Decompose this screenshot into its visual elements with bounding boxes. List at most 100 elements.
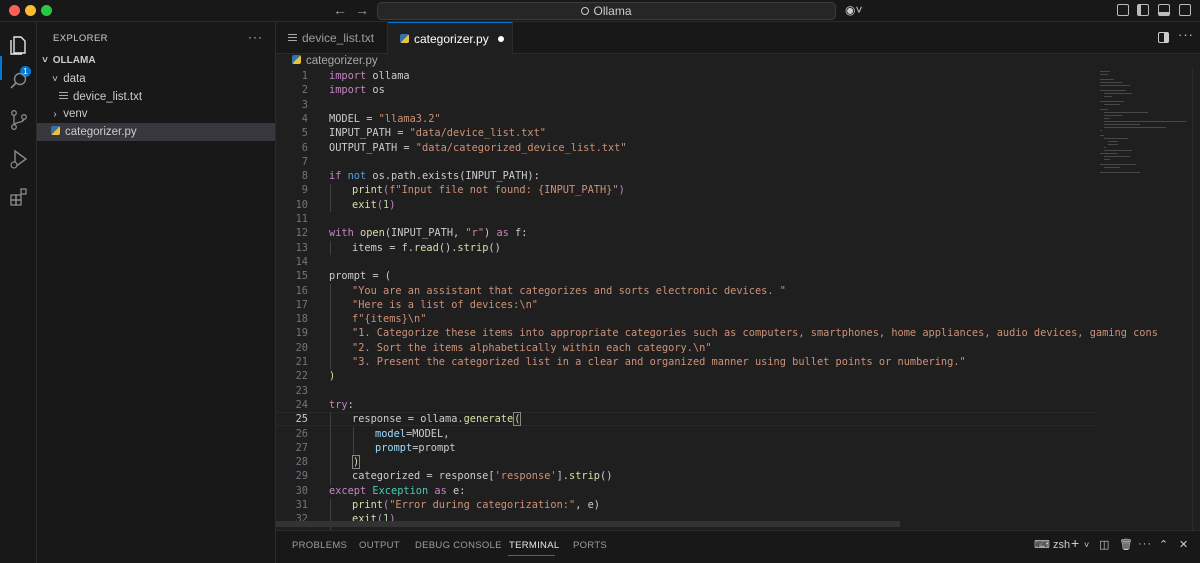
code-line: 21 "3. Present the categorized list in a … [276,355,1096,369]
toggle-primary-sidebar-icon[interactable] [1137,4,1149,16]
code-line: 10 exit(1) [276,198,1096,212]
active-tab-underline [508,555,555,556]
line-number: 18 [295,313,308,326]
code-line: 1 import ollama [276,69,1096,83]
trash-icon[interactable]: 🗑 [1119,538,1133,551]
line-number: 31 [295,499,308,511]
code-line: 31 print("Error during categorization:", … [276,498,1096,512]
tree-folder-venv[interactable]: › venv [37,105,275,123]
line-number: 4 [301,112,308,125]
code-editor[interactable]: 1 import ollama 2 import os 3 4 MODEL = "ll… [276,68,1200,530]
horizontal-scrollbar[interactable] [276,521,900,527]
workspace-root[interactable]: ˅ OLLAMA [37,52,275,70]
command-center-search[interactable]: Ollama [377,2,836,20]
line-content: prompt = ( [329,270,391,283]
line-number: 23 [295,384,308,397]
split-terminal-icon[interactable]: ◫ [1099,538,1109,551]
line-number: 16 [295,284,308,297]
line-content: "2. Sort the items alphabetically within… [352,341,712,354]
code-line: 20 "2. Sort the items alphabetically with… [276,341,1096,355]
code-line: 24 try: [276,398,1096,412]
python-file-icon [400,34,409,43]
line-number: 11 [295,213,308,225]
tree-item-label: categorizer.py [65,126,137,138]
tree-file-categorizer[interactable]: categorizer.py [37,123,275,141]
panel-tab-debug-console[interactable]: DEBUG CONSOLE [415,540,502,551]
close-panel-icon[interactable]: ✕ [1179,538,1188,551]
customize-layout-icon[interactable] [1117,4,1129,16]
zoom-window-button[interactable] [41,5,52,16]
tab-categorizer[interactable]: categorizer.py [388,22,513,54]
unsaved-dot-icon[interactable] [497,36,504,42]
terminal-name: zsh [1052,539,1071,551]
search-icon[interactable] [8,70,30,92]
maximize-panel-icon[interactable]: ⌃ [1159,538,1168,551]
line-content: OUTPUT_PATH = "data/categorized_device_l… [329,141,627,154]
line-content: import ollama [329,70,410,82]
line-content: "1. Categorize these items into appropri… [352,327,1158,340]
split-editor-icon[interactable] [1158,32,1169,43]
line-content: "You are an assistant that categorizes a… [352,284,786,297]
code-line: 3 [276,98,1096,112]
panel-tab-output[interactable]: OUTPUT [359,540,400,551]
line-number: 10 [295,198,308,211]
new-terminal-button[interactable]: + [1071,535,1079,551]
line-content: exit(1) [352,198,396,211]
tab-label: device_list.txt [302,31,375,45]
minimize-window-button[interactable] [25,5,36,16]
line-number: 14 [295,255,308,268]
close-window-button[interactable] [9,5,20,16]
panel-tab-ports[interactable]: PORTS [573,540,607,551]
tree-file-device-list[interactable]: device_list.txt [37,88,275,106]
line-content: except Exception as e: [329,484,466,497]
line-number: 29 [295,470,308,483]
line-number: 21 [295,356,308,368]
extensions-icon[interactable] [8,186,30,208]
chevron-down-icon[interactable]: ˅ [1084,540,1089,550]
line-content: response = ollama.generate( [352,412,522,427]
chevron-down-icon: ˅ [42,55,48,66]
window-title: Ollama [593,4,632,18]
tab-label: categorizer.py [414,32,489,46]
forward-arrow-icon[interactable]: → [355,2,369,18]
breadcrumb[interactable]: categorizer.py [276,54,1200,68]
tree-item-label: data [63,73,86,85]
code-line: 16 "You are an assistant that categorizes… [276,284,1096,298]
line-content: "3. Present the categorized list in a cl… [352,356,966,368]
back-arrow-icon[interactable]: ← [333,2,347,18]
line-content: try: [329,398,354,411]
tree-folder-data[interactable]: ˅ data [37,70,275,88]
code-line: 2 import os [276,83,1096,97]
text-file-icon [59,92,68,101]
more-actions-icon[interactable]: ··· [1138,538,1152,550]
line-number: 22 [295,370,308,383]
code-line: 11 [276,212,1096,226]
panel-tab-problems[interactable]: PROBLEMS [292,540,347,551]
minimap[interactable] [1096,68,1190,530]
code-line: 4 MODEL = "llama3.2" [276,112,1096,126]
explorer-icon[interactable] [8,34,30,56]
more-actions-icon[interactable]: ··· [1178,27,1194,42]
toggle-panel-icon[interactable] [1158,4,1170,16]
copilot-icon[interactable]: ◉˅ [845,3,862,17]
code-line: 6 OUTPUT_PATH = "data/categorized_device_… [276,141,1096,155]
source-control-icon[interactable] [8,109,30,131]
vertical-scrollbar[interactable] [1192,68,1200,530]
terminal-selector[interactable]: ⌨ zsh [1034,538,1070,551]
more-actions-icon[interactable]: ··· [248,30,263,44]
breadcrumb-file: categorizer.py [306,55,378,67]
code-line: 15 prompt = ( [276,269,1096,283]
line-content: import os [329,84,385,97]
python-file-icon [292,55,301,64]
panel-tab-terminal[interactable]: TERMINAL [509,540,559,551]
code-line: 5 INPUT_PATH = "data/device_list.txt" [276,126,1096,140]
toggle-secondary-sidebar-icon[interactable] [1179,4,1191,16]
run-debug-icon[interactable] [8,148,30,170]
line-content: MODEL = "llama3.2" [329,112,441,125]
line-number: 8 [301,170,308,183]
line-number: 17 [295,298,308,311]
tab-device-list[interactable]: device_list.txt [276,22,388,54]
explorer-sidebar: EXPLORER ··· ˅ OLLAMA ˅ data device_list… [37,22,276,563]
code-line: 8 if not os.path.exists(INPUT_PATH): [276,169,1096,183]
code-line: 27 prompt=prompt [276,441,1096,455]
